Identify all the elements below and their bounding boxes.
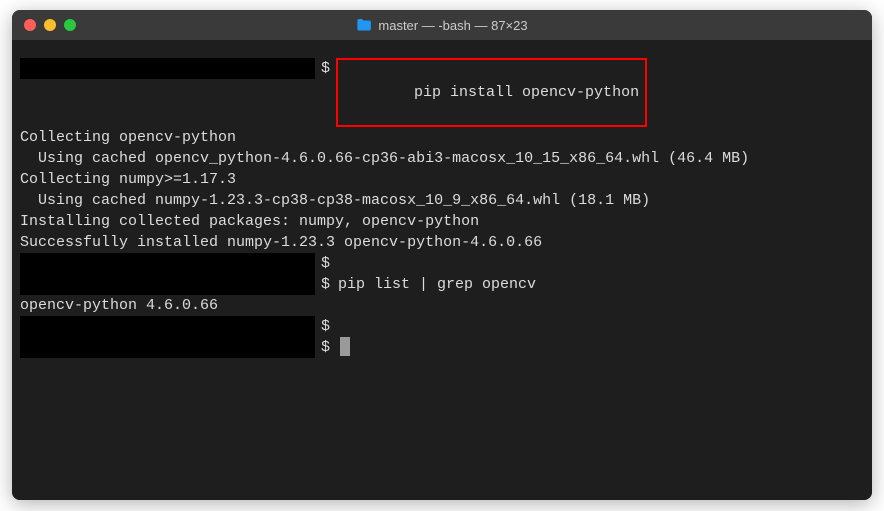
redacted-prompt [20, 316, 315, 337]
redacted-prompt [20, 274, 315, 295]
maximize-button[interactable] [64, 19, 76, 31]
terminal-output: Collecting opencv-python [20, 127, 864, 148]
redacted-prompt [20, 337, 315, 358]
terminal-output: opencv-python 4.6.0.66 [20, 295, 864, 316]
terminal-output: Installing collected packages: numpy, op… [20, 211, 864, 232]
terminal-line: $ pip install opencv-python [20, 58, 864, 127]
terminal-line: $ pip list | grep opencv [20, 274, 864, 295]
prompt-symbol: $ [315, 253, 338, 274]
window-title: master — -bash — 87×23 [378, 18, 527, 33]
terminal-output: Using cached numpy-1.23.3-cp38-cp38-maco… [20, 190, 864, 211]
window-titlebar[interactable]: master — -bash — 87×23 [12, 10, 872, 40]
terminal-output: Collecting numpy>=1.17.3 [20, 169, 864, 190]
terminal-output: Successfully installed numpy-1.23.3 open… [20, 232, 864, 253]
terminal-window: master — -bash — 87×23 $ pip install ope… [12, 10, 872, 500]
command-text: pip install opencv-python [414, 82, 639, 103]
redacted-prompt [20, 58, 315, 79]
prompt-symbol: $ [315, 316, 338, 337]
terminal-content[interactable]: $ pip install opencv-python Collecting o… [12, 40, 872, 500]
terminal-line: $ [20, 316, 864, 337]
prompt-symbol: $ [315, 337, 338, 358]
folder-icon [356, 17, 372, 33]
redacted-prompt [20, 253, 315, 274]
minimize-button[interactable] [44, 19, 56, 31]
prompt-symbol: $ [315, 274, 338, 295]
terminal-output: Using cached opencv_python-4.6.0.66-cp36… [20, 148, 864, 169]
cursor-icon [340, 337, 350, 356]
window-title-area: master — -bash — 87×23 [356, 17, 527, 33]
command-highlight: pip install opencv-python [336, 58, 647, 127]
command-text: pip list | grep opencv [338, 274, 536, 295]
terminal-line: $ [20, 253, 864, 274]
terminal-line: $ [20, 337, 864, 358]
close-button[interactable] [24, 19, 36, 31]
window-controls [24, 19, 76, 31]
prompt-symbol: $ [315, 58, 338, 79]
